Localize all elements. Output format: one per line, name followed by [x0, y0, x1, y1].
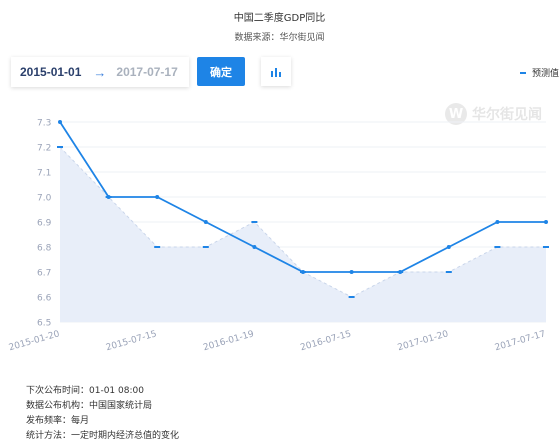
- y-tick-label: 7.1: [37, 169, 51, 179]
- publisher-text: 数据公布机构：中国国家统计局: [26, 401, 153, 411]
- actual-point[interactable]: [398, 270, 403, 274]
- chart-footer: 下次公布时间：01-01 08:00 数据公布机构：中国国家统计局 发布频率：每…: [26, 384, 179, 444]
- x-tick-label: 2017-07-17: [494, 329, 547, 353]
- y-tick-label: 6.6: [37, 294, 52, 304]
- actual-point[interactable]: [252, 245, 257, 249]
- method-text: 统计方法：一定时期内经济总值的变化: [26, 431, 180, 441]
- actual-point[interactable]: [58, 120, 62, 124]
- actual-point[interactable]: [203, 220, 208, 224]
- actual-point[interactable]: [446, 245, 451, 249]
- line-chart: 7.3 7.2 7.1 7.0 6.9 6.8 6.7 6.6 6.52015-01-20 201…: [8, 119, 549, 353]
- actual-point[interactable]: [301, 270, 305, 274]
- y-tick-label: 6.5: [37, 319, 51, 329]
- actual-point[interactable]: [155, 195, 160, 199]
- actual-point[interactable]: [106, 195, 111, 199]
- x-tick-label: 2015-07-15: [105, 329, 158, 353]
- y-tick-label: 6.9: [37, 219, 52, 229]
- x-tick-label: 2017-01-20: [397, 329, 450, 353]
- next-release-text: 下次公布时间：01-01 08:00: [26, 386, 144, 396]
- x-tick-label: 2015-01-20: [8, 329, 61, 353]
- y-tick-label: 6.8: [37, 244, 52, 254]
- frequency-text: 发布频率：每月: [26, 416, 90, 426]
- y-tick-label: 7.0: [37, 194, 52, 204]
- y-tick-label: 7.3: [37, 119, 51, 129]
- actual-point[interactable]: [544, 220, 548, 224]
- y-tick-label: 7.2: [37, 144, 51, 154]
- x-tick-label: 2016-07-15: [299, 329, 352, 353]
- actual-point[interactable]: [495, 220, 500, 224]
- y-tick-label: 6.7: [37, 269, 51, 279]
- actual-point[interactable]: [349, 270, 354, 274]
- x-tick-label: 2016-01-19: [202, 329, 255, 353]
